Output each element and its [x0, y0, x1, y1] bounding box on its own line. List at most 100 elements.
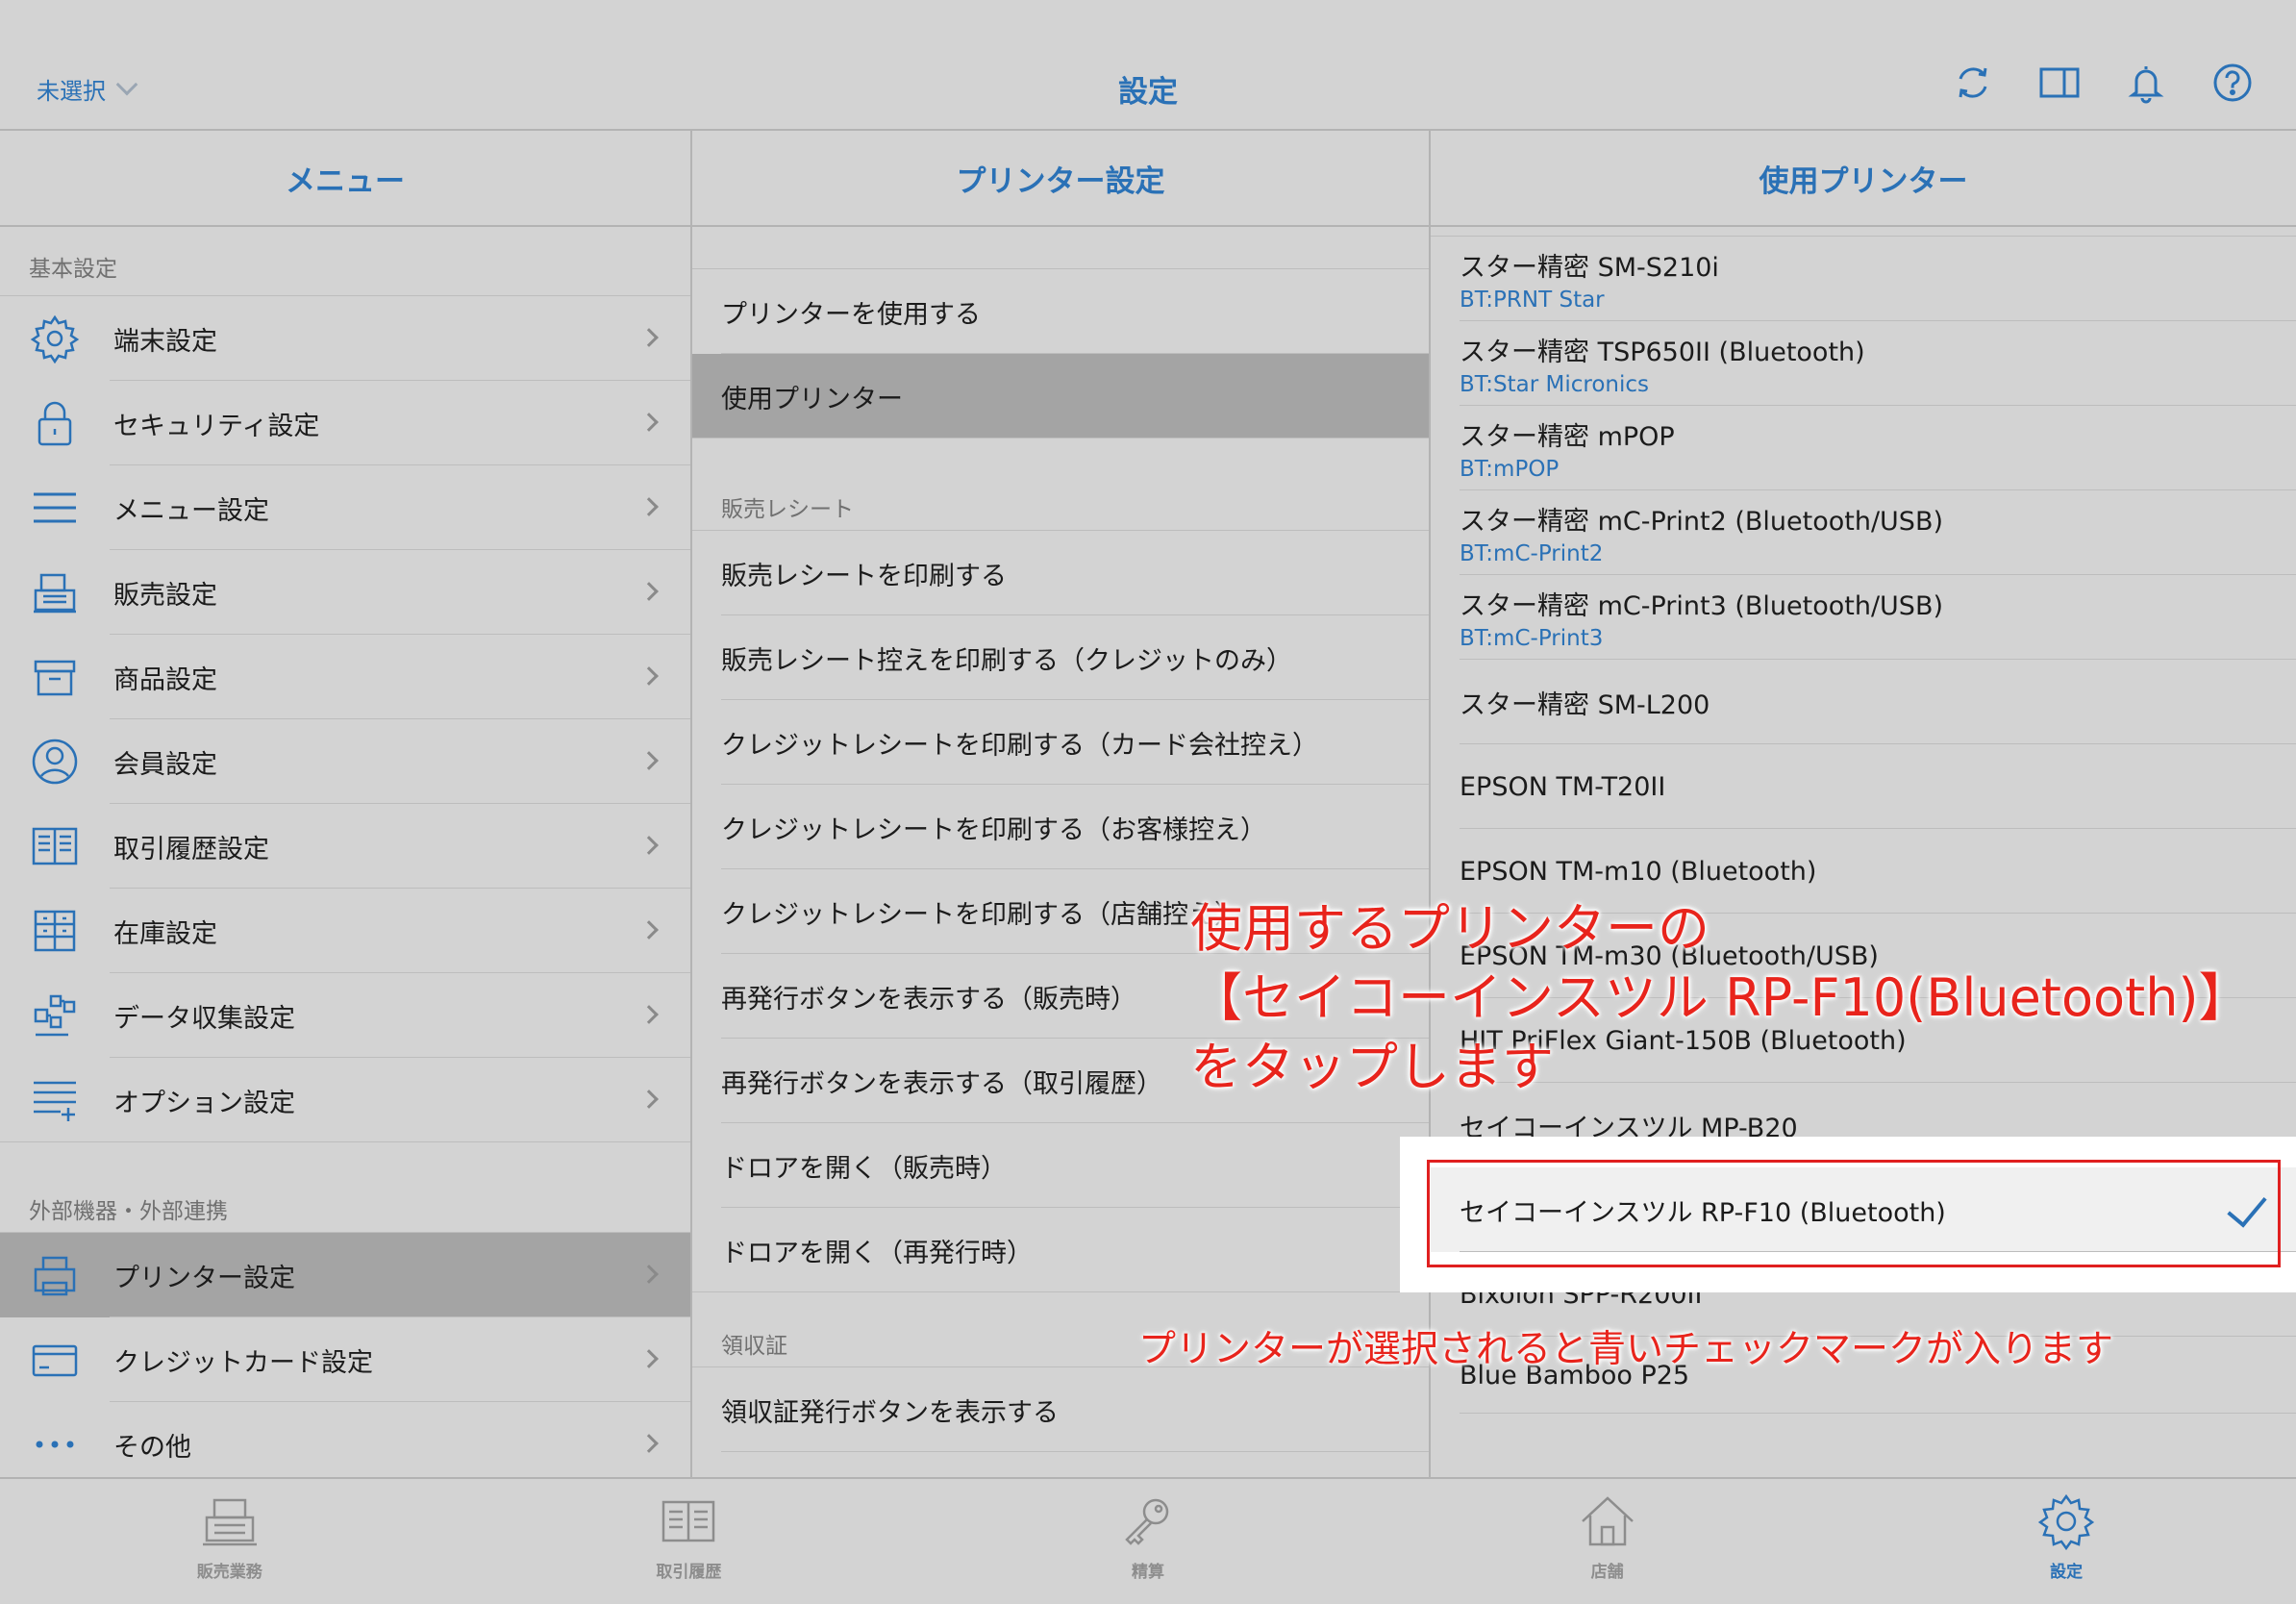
section-sales-receipt: 販売レシート	[692, 439, 1429, 531]
setting-row[interactable]: クレジットレシートを印刷する（お客様控え）	[692, 785, 1429, 869]
tab-bar: 販売業務 取引履歴 精算 店舗 設定	[0, 1477, 2296, 1604]
tab-settlement[interactable]: 精算	[918, 1479, 1378, 1604]
top-icons	[1952, 62, 2254, 104]
menu-item-label: 販売設定	[113, 580, 217, 611]
menu-item-credit-card[interactable]: クレジットカード設定	[0, 1317, 690, 1402]
menu-item-label: データ収集設定	[113, 1003, 295, 1034]
menu-item-label: その他	[113, 1432, 191, 1463]
menu-item-inventory[interactable]: 在庫設定	[0, 889, 690, 973]
section-basic-settings: 基本設定	[0, 227, 690, 296]
menu-item-label: 在庫設定	[113, 918, 217, 949]
chevron-right-icon	[639, 920, 659, 940]
printer-bt-name: BT:mC-Print3	[1460, 625, 1604, 651]
tab-label: 店舗	[1590, 1563, 1624, 1582]
menu-item-other[interactable]: その他	[0, 1402, 690, 1477]
credit-card-icon	[27, 1332, 83, 1388]
gear-icon	[27, 311, 83, 366]
printer-item-selected[interactable]: セイコーインスツル RP-F10 (Bluetooth)	[1431, 1167, 2296, 1252]
menu-item-terminal[interactable]: 端末設定	[0, 296, 690, 381]
printer-bt-name: BT:Star Micronics	[1460, 371, 1650, 397]
printer-settings-header: プリンター設定	[692, 131, 1429, 227]
printer-item[interactable]: スター精密 SM-S210i BT:PRNT Star	[1431, 237, 2296, 321]
tab-store[interactable]: 店舗	[1378, 1479, 1837, 1604]
printer-bt-name: BT:mC-Print2	[1460, 540, 1604, 566]
annotation-line: をタップします	[1190, 1037, 1554, 1097]
menu-item-menu-settings[interactable]: メニュー設定	[0, 465, 690, 550]
setting-row[interactable]: 領収証発行ボタンを表示する	[692, 1367, 1429, 1452]
printer-name: スター精密 mC-Print2 (Bluetooth/USB)	[1460, 506, 1944, 537]
use-printer-row[interactable]: プリンターを使用する	[692, 269, 1429, 354]
house-icon	[1581, 1496, 1634, 1546]
tab-history[interactable]: 取引履歴	[460, 1479, 919, 1604]
menu-item-label: クレジットカード設定	[113, 1347, 373, 1378]
menu-item-products[interactable]: 商品設定	[0, 635, 690, 719]
printer-name: スター精密 TSP650II (Bluetooth)	[1460, 337, 1865, 367]
printer-item[interactable]: スター精密 mC-Print2 (Bluetooth/USB) BT:mC-Pr…	[1431, 490, 2296, 575]
annotation-instruction: 使用するプリンターの 【セイコーインスツル RP-F10(Bluetooth)】…	[1190, 894, 2251, 1102]
menu-item-sales[interactable]: 販売設定	[0, 550, 690, 635]
printer-name: スター精密 mC-Print3 (Bluetooth/USB)	[1460, 590, 1944, 621]
printer-name: スター精密 SM-L200	[1460, 689, 1710, 720]
setting-row[interactable]: 販売レシート控えを印刷する（クレジットのみ）	[692, 615, 1429, 700]
tab-sales[interactable]: 販売業務	[0, 1479, 460, 1604]
annotation-line: 【セイコーインスツル RP-F10(Bluetooth)】	[1190, 967, 2251, 1028]
tab-label: 販売業務	[196, 1563, 262, 1582]
cabinet-icon	[27, 903, 83, 959]
setting-row[interactable]: クレジットレシートを印刷する（カード会社控え）	[692, 700, 1429, 785]
printer-item[interactable]: スター精密 SM-L200	[1431, 660, 2296, 744]
lock-icon	[27, 395, 83, 451]
chevron-right-icon	[639, 751, 659, 770]
section-external: 外部機器・外部連携	[0, 1142, 690, 1233]
menu-item-label: メニュー設定	[113, 495, 269, 526]
menu-item-members[interactable]: 会員設定	[0, 719, 690, 804]
setting-row[interactable]: 販売レシートを印刷する	[692, 531, 1429, 615]
spacer	[692, 227, 1429, 269]
sidebar-toggle-icon[interactable]	[2038, 62, 2081, 104]
chevron-right-icon	[639, 413, 659, 432]
annotation-line: 使用するプリンターの	[1190, 898, 1710, 959]
help-icon[interactable]	[2211, 62, 2254, 104]
box-icon	[27, 649, 83, 705]
setting-row[interactable]: ドロアを開く（販売時）	[692, 1123, 1429, 1208]
tab-label: 精算	[1131, 1563, 1164, 1582]
gear-icon	[2038, 1493, 2095, 1551]
menu-header: メニュー	[0, 131, 690, 227]
chevron-right-icon	[639, 497, 659, 516]
chevron-right-icon	[639, 1349, 659, 1368]
chevron-right-icon	[639, 582, 659, 601]
sync-icon[interactable]	[1952, 62, 1994, 104]
printer-icon	[27, 1247, 83, 1303]
selected-printer-row[interactable]: 使用プリンター	[692, 354, 1429, 439]
printer-name: EPSON TM-m10 (Bluetooth)	[1460, 856, 1817, 887]
chevron-right-icon	[639, 1005, 659, 1024]
printer-item[interactable]: スター精密 mC-Print3 (Bluetooth/USB) BT:mC-Pr…	[1431, 575, 2296, 660]
spacer	[1431, 227, 2296, 237]
menu-item-label: セキュリティ設定	[113, 411, 320, 441]
printer-item[interactable]: スター精密 TSP650II (Bluetooth) BT:Star Micro…	[1431, 321, 2296, 406]
chevron-right-icon	[639, 1265, 659, 1284]
tab-label: 設定	[2050, 1563, 2084, 1582]
menu-item-options[interactable]: オプション設定	[0, 1058, 690, 1142]
setting-row[interactable]: ドロアを開く（再発行時）	[692, 1208, 1429, 1292]
printer-list-header: 使用プリンター	[1431, 131, 2296, 227]
chevron-right-icon	[639, 1090, 659, 1109]
annotation-note: プリンターが選択されると青いチェックマークが入ります	[1138, 1328, 2114, 1371]
menu-item-printer[interactable]: プリンター設定	[0, 1233, 690, 1317]
chevron-right-icon	[639, 328, 659, 347]
menu-item-label: オプション設定	[113, 1088, 295, 1118]
person-icon	[27, 734, 83, 789]
menu-item-data-collection[interactable]: データ収集設定	[0, 973, 690, 1058]
printer-item[interactable]: EPSON TM-T20II	[1431, 744, 2296, 829]
menu-item-label: 商品設定	[113, 664, 217, 695]
menu-item-label: プリンター設定	[113, 1263, 295, 1293]
printer-name: スター精密 mPOP	[1460, 421, 1675, 452]
bell-icon[interactable]	[2125, 62, 2167, 104]
menu-item-label: 会員設定	[113, 749, 217, 780]
tab-settings[interactable]: 設定	[1836, 1479, 2296, 1604]
menu-item-transaction-history[interactable]: 取引履歴設定	[0, 804, 690, 889]
book-icon	[27, 818, 83, 874]
printer-item[interactable]: スター精密 mPOP BT:mPOP	[1431, 406, 2296, 490]
menu-item-security[interactable]: セキュリティ設定	[0, 381, 690, 465]
list-plus-icon	[27, 1072, 83, 1128]
book-icon	[662, 1500, 715, 1542]
